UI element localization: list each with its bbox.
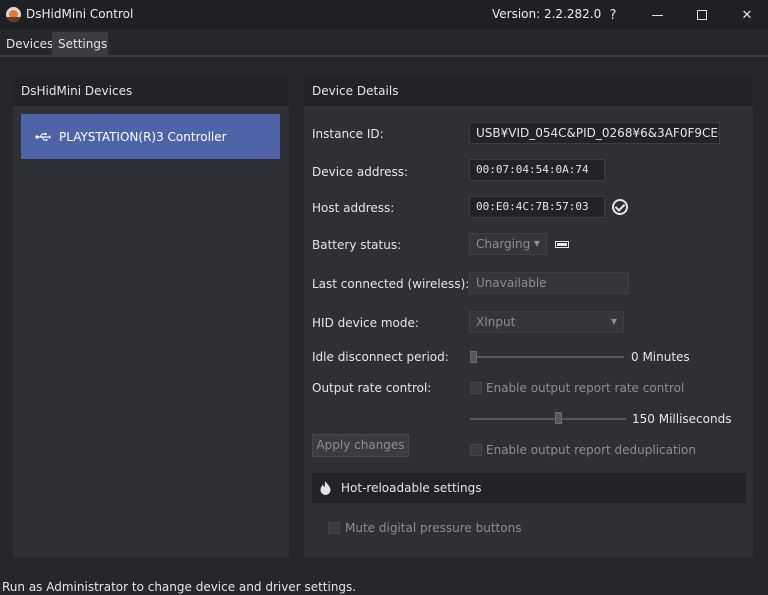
hid-mode-label: HID device mode:	[312, 316, 419, 330]
devices-panel-heading: DsHidMini Devices	[13, 76, 289, 106]
tab-bar: Devices Settings	[0, 32, 768, 56]
host-address-label: Host address:	[312, 201, 395, 215]
instance-id-field[interactable]: USB¥VID_054C&PID_0268¥6&3AF0F9CE&0&6	[469, 122, 720, 144]
last-connected-field[interactable]: Unavailable	[469, 272, 629, 294]
battery-status-dropdown[interactable]: Charging ▼	[469, 233, 547, 255]
hot-reload-label: Hot-reloadable settings	[341, 481, 482, 495]
usb-icon	[35, 132, 51, 141]
help-icon: ?	[609, 7, 617, 23]
device-list-item[interactable]: PLAYSTATION(R)3 Controller	[21, 114, 280, 159]
idle-disconnect-slider-thumb[interactable]	[470, 351, 477, 363]
device-details-panel: Device Details Instance ID: USB¥VID_054C…	[304, 76, 753, 558]
dedup-checkbox[interactable]	[470, 444, 482, 456]
apply-changes-button[interactable]: Apply changes	[312, 434, 409, 457]
close-icon: ✕	[741, 7, 753, 23]
host-address-field[interactable]: 00:E0:4C:7B:57:03	[469, 196, 605, 218]
tab-divider	[0, 55, 768, 57]
output-rate-checkbox[interactable]	[470, 382, 482, 394]
dedup-checkbox-label: Enable output report deduplication	[486, 443, 696, 457]
status-bar: Run as Administrator to change device an…	[0, 576, 768, 595]
chevron-down-icon: ▼	[533, 239, 540, 248]
output-rate-checkbox-label: Enable output report rate control	[486, 381, 685, 395]
chevron-down-icon: ▼	[610, 317, 617, 326]
output-rate-value: 150 Milliseconds	[632, 412, 732, 426]
hot-reload-header[interactable]: Hot-reloadable settings	[312, 473, 746, 503]
battery-status-label: Battery status:	[312, 238, 402, 252]
output-rate-slider[interactable]	[470, 418, 626, 420]
window-title: DsHidMini Control	[26, 7, 134, 21]
help-button[interactable]: ?	[593, 0, 633, 30]
flame-icon	[320, 481, 331, 495]
title-bar: DsHidMini Control Version: 2.2.282.0 ? ✕	[0, 0, 768, 30]
maximize-button[interactable]	[682, 0, 722, 30]
version-label: Version: 2.2.282.0	[492, 7, 602, 21]
devices-panel: DsHidMini Devices PLAYSTATION(R)3 Contro…	[13, 76, 289, 558]
output-rate-slider-thumb[interactable]	[555, 412, 562, 424]
app-logo-icon	[6, 7, 21, 22]
device-address-field[interactable]: 00:07:04:54:0A:74	[469, 159, 605, 181]
minimize-button[interactable]	[637, 0, 677, 30]
tab-devices[interactable]: Devices	[0, 32, 53, 56]
tab-settings[interactable]: Settings	[52, 32, 108, 56]
device-details-heading: Device Details	[304, 76, 753, 106]
instance-id-label: Instance ID:	[312, 127, 384, 141]
hid-mode-dropdown[interactable]: XInput ▼	[469, 311, 624, 333]
mute-pressure-checkbox[interactable]	[328, 522, 340, 534]
device-address-label: Device address:	[312, 165, 409, 179]
battery-icon	[555, 241, 569, 248]
idle-disconnect-value: 0 Minutes	[631, 350, 690, 364]
device-list-item-label: PLAYSTATION(R)3 Controller	[59, 129, 227, 144]
last-connected-label: Last connected (wireless):	[312, 277, 470, 291]
hid-mode-value: XInput	[476, 315, 516, 329]
maximize-icon	[697, 10, 707, 20]
status-text: Run as Administrator to change device an…	[2, 580, 357, 594]
idle-disconnect-slider[interactable]	[470, 356, 624, 358]
minimize-icon	[651, 14, 663, 16]
check-circle-icon	[612, 199, 628, 215]
battery-status-value: Charging	[476, 237, 531, 251]
idle-disconnect-label: Idle disconnect period:	[312, 350, 449, 364]
mute-pressure-checkbox-label: Mute digital pressure buttons	[345, 521, 522, 535]
close-button[interactable]: ✕	[727, 0, 767, 30]
output-rate-label: Output rate control:	[312, 381, 432, 395]
